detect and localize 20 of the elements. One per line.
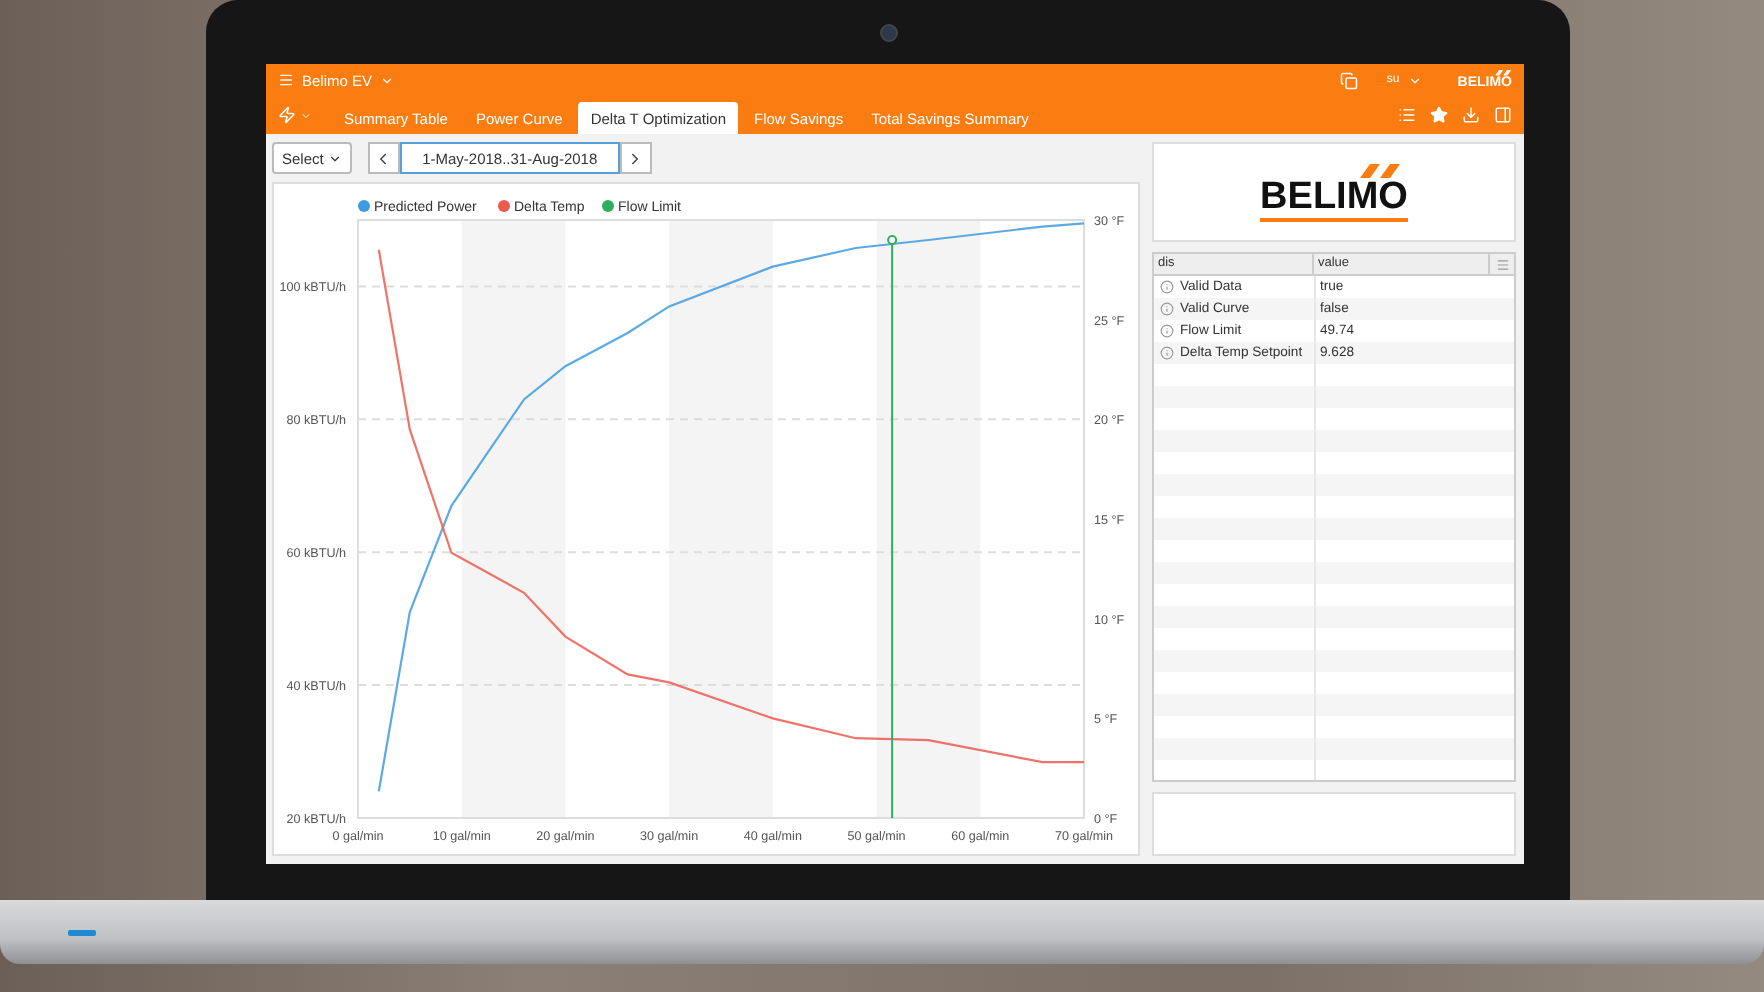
info-icon xyxy=(1160,302,1174,316)
star-icon[interactable] xyxy=(1430,106,1448,124)
webcam-icon xyxy=(879,23,897,41)
info-icon xyxy=(1160,280,1174,294)
download-icon[interactable] xyxy=(1462,106,1480,124)
lightning-icon[interactable] xyxy=(278,106,296,124)
previous-button[interactable] xyxy=(367,142,400,174)
info-icon xyxy=(1160,324,1174,338)
caret-icon xyxy=(327,151,342,165)
next-button[interactable] xyxy=(619,142,652,174)
copy-icon[interactable] xyxy=(1340,71,1359,89)
menu-icon[interactable] xyxy=(278,72,294,88)
caret-icon[interactable] xyxy=(300,109,312,121)
chevron-down-icon[interactable] xyxy=(1407,73,1422,87)
chevron-down-icon[interactable] xyxy=(380,73,395,87)
info-icon xyxy=(1160,346,1174,360)
panel-icon[interactable] xyxy=(1494,106,1512,124)
brand-logo: BELIMO xyxy=(1260,163,1408,221)
list-icon[interactable] xyxy=(1398,106,1416,124)
status-light-icon xyxy=(68,929,96,935)
